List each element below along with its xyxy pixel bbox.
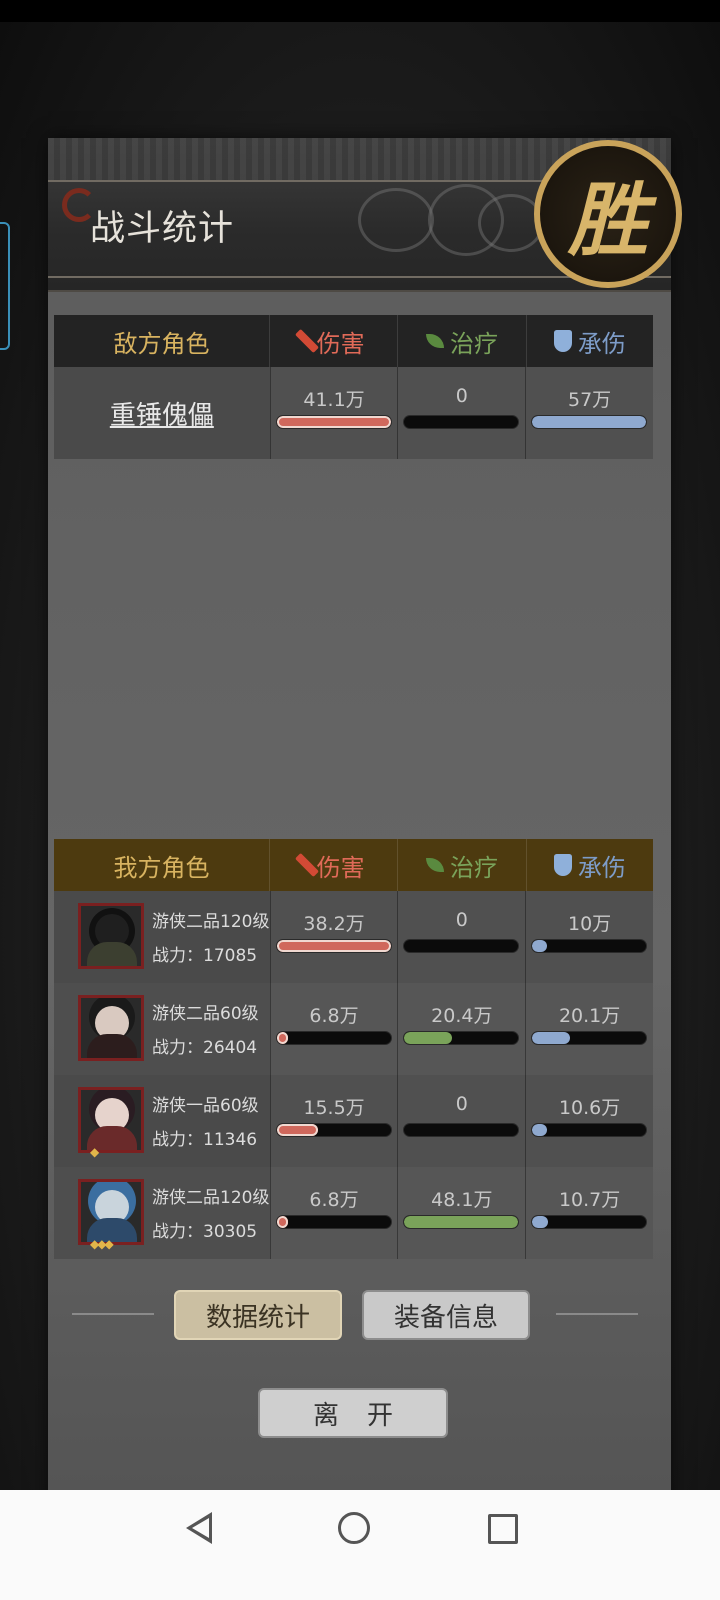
damage-value: 15.5万 xyxy=(303,1097,365,1119)
home-icon[interactable] xyxy=(338,1512,370,1544)
damage-value: 38.2万 xyxy=(303,913,365,935)
tanked-value: 57万 xyxy=(568,389,612,411)
damage-value: 6.8万 xyxy=(309,1189,359,1211)
healing-bar xyxy=(403,1123,520,1137)
data-stats-button[interactable]: 数据统计 xyxy=(174,1290,342,1340)
bar-fill xyxy=(276,940,391,952)
leaf-icon xyxy=(425,858,444,872)
bar-fill xyxy=(276,1124,318,1136)
damage-bar xyxy=(275,1215,392,1229)
healing-bar xyxy=(403,939,520,953)
ally-stats-table: 我方角色 伤害 治疗 承伤 游侠二品120级 战力：17085 38.2万 0 … xyxy=(54,839,653,1259)
hero-rank: 游侠二品120级 xyxy=(152,912,270,932)
healing-bar xyxy=(403,1031,520,1045)
table-row: 游侠二品60级 战力：26404 6.8万 20.4万 20.1万 xyxy=(54,983,653,1075)
hero-avatar[interactable] xyxy=(78,995,144,1061)
table-row: 重锤傀儡 41.1万 0 57万 xyxy=(54,367,653,459)
hero-power: 战力：30305 xyxy=(152,1222,258,1242)
healing-value: 20.4万 xyxy=(431,1005,493,1027)
healing-value: 0 xyxy=(455,909,468,931)
tanked-value: 10.7万 xyxy=(558,1189,621,1211)
hero-avatar[interactable] xyxy=(78,903,144,969)
hero-power: 战力：11346 xyxy=(152,1130,258,1150)
tanked-value: 20.1万 xyxy=(558,1005,621,1027)
tanked-bar xyxy=(531,1215,648,1229)
hero-power: 战力：26404 xyxy=(152,1038,258,1058)
blade-icon xyxy=(294,852,319,878)
healing-value: 0 xyxy=(455,1093,468,1115)
victory-seal-icon: 胜 xyxy=(534,140,682,288)
damage-header: 伤害 xyxy=(270,315,399,367)
side-tab[interactable] xyxy=(0,222,10,350)
equipment-info-button[interactable]: 装备信息 xyxy=(362,1290,530,1340)
tanked-bar xyxy=(531,1031,648,1045)
damage-header: 伤害 xyxy=(270,839,399,891)
damage-bar xyxy=(275,1123,392,1137)
hero-rank: 游侠二品60级 xyxy=(152,1004,259,1024)
damage-bar xyxy=(275,415,392,429)
bar-fill xyxy=(532,1124,548,1136)
enemy-role-header: 敌方角色 xyxy=(54,315,270,367)
blade-icon xyxy=(294,328,319,354)
tanked-bar xyxy=(531,1123,648,1137)
star-rank-icon: ◆ xyxy=(90,1145,99,1159)
healing-header: 治疗 xyxy=(398,315,527,367)
healing-bar xyxy=(403,1215,520,1229)
shield-icon xyxy=(553,330,572,352)
bar-fill xyxy=(532,940,548,952)
leaf-icon xyxy=(425,334,444,348)
tanked-bar xyxy=(531,415,648,429)
bar-fill xyxy=(532,416,647,428)
enemy-name-link[interactable]: 重锤傀儡 xyxy=(54,395,270,432)
damage-value: 41.1万 xyxy=(303,389,365,411)
healing-value: 0 xyxy=(455,385,468,407)
bar-fill xyxy=(532,1216,549,1228)
table-row: ◆◆◆ 游侠二品120级 战力：30305 6.8万 48.1万 10.7万 xyxy=(54,1167,653,1259)
divider-left xyxy=(72,1313,154,1315)
status-bar xyxy=(0,0,720,22)
tanked-value: 10万 xyxy=(568,913,612,935)
damage-bar xyxy=(275,939,392,953)
hero-rank: 游侠二品120级 xyxy=(152,1188,270,1208)
tanked-header: 承伤 xyxy=(527,315,653,367)
bar-fill xyxy=(276,1032,289,1044)
bar-fill xyxy=(276,416,391,428)
hero-power: 战力：17085 xyxy=(152,946,258,966)
star-rank-icon: ◆◆◆ xyxy=(90,1237,114,1251)
ally-table-header: 我方角色 伤害 治疗 承伤 xyxy=(54,839,653,891)
ally-role-header: 我方角色 xyxy=(54,839,270,891)
recent-apps-icon[interactable] xyxy=(488,1514,518,1544)
hero-avatar[interactable] xyxy=(78,1087,144,1153)
leave-button[interactable]: 离开 xyxy=(258,1388,448,1438)
bar-fill xyxy=(404,1032,453,1044)
cloud-ornament xyxy=(358,188,434,252)
hero-avatar[interactable] xyxy=(78,1179,144,1245)
bar-fill xyxy=(276,1216,289,1228)
damage-bar xyxy=(275,1031,392,1045)
tanked-value: 10.6万 xyxy=(558,1097,621,1119)
healing-value: 48.1万 xyxy=(431,1189,493,1211)
table-row: ◆ 游侠一品60级 战力：11346 15.5万 0 10.6万 xyxy=(54,1075,653,1167)
shield-icon xyxy=(553,854,572,876)
healing-header: 治疗 xyxy=(398,839,527,891)
damage-value: 6.8万 xyxy=(309,1005,359,1027)
system-nav-bar xyxy=(0,1490,720,1600)
healing-bar xyxy=(403,415,520,429)
bar-fill xyxy=(404,1216,519,1228)
enemy-table-header: 敌方角色 伤害 治疗 承伤 xyxy=(54,315,653,367)
divider-right xyxy=(556,1313,638,1315)
tanked-header: 承伤 xyxy=(527,839,653,891)
tanked-bar xyxy=(531,939,648,953)
enemy-stats-table: 敌方角色 伤害 治疗 承伤 重锤傀儡 41.1万 0 57万 xyxy=(54,315,653,459)
table-row: 游侠二品120级 战力：17085 38.2万 0 10万 xyxy=(54,891,653,983)
bar-fill xyxy=(532,1032,570,1044)
hero-rank: 游侠一品60级 xyxy=(152,1096,259,1116)
page-title: 战斗统计 xyxy=(90,209,235,249)
